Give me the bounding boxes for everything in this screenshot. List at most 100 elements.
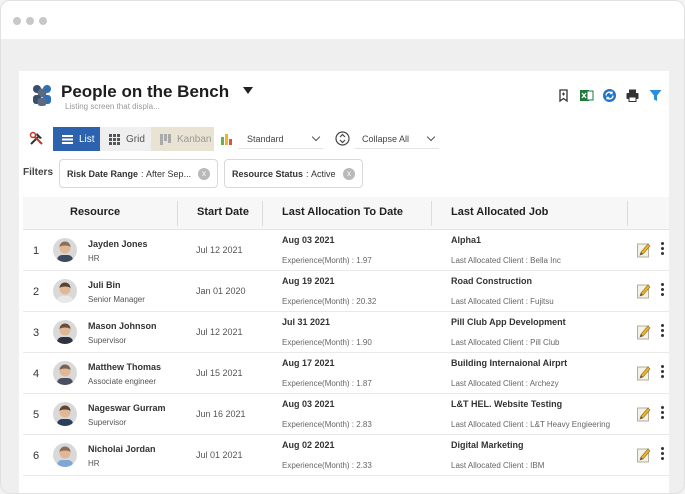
start-date: Jul 15 2021 xyxy=(196,368,243,378)
column-divider xyxy=(177,201,178,226)
resource-role: Senior Manager xyxy=(88,295,145,304)
filter-chip-value: After Sep... xyxy=(146,168,192,179)
start-date: Jan 01 2020 xyxy=(196,286,246,296)
kanban-view-button[interactable]: Kanban xyxy=(151,127,214,151)
start-date: Jul 12 2021 xyxy=(196,327,243,337)
page-title: People on the Bench xyxy=(61,82,230,101)
column-divider xyxy=(431,201,432,226)
allocated-job: Road Construction xyxy=(451,276,532,286)
row-number: 1 xyxy=(33,245,40,257)
resource-name[interactable]: Juli Bin xyxy=(88,280,121,290)
edit-icon[interactable] xyxy=(637,242,651,258)
filter-chip-name: Risk Date Range xyxy=(67,168,139,179)
table-row[interactable]: 4 Matthew Thomas Associate engineer Jul … xyxy=(23,353,669,394)
filter-chip-name: Resource Status xyxy=(232,168,304,179)
column-header-last-allocation[interactable]: Last Allocation To Date xyxy=(282,206,403,218)
column-divider xyxy=(262,201,263,226)
allocation-date: Aug 03 2021 xyxy=(282,399,335,409)
window-dot xyxy=(39,17,47,25)
experience-months: Experience(Month) : 2.83 xyxy=(282,420,372,429)
allocation-date: Jul 31 2021 xyxy=(282,317,331,327)
table-row[interactable]: 5 Nageswar Gurram Supervisor Jun 16 2021… xyxy=(23,394,669,435)
layout-select[interactable]: Standard xyxy=(238,129,323,149)
edit-icon[interactable] xyxy=(637,447,651,463)
column-header-resource[interactable]: Resource xyxy=(70,206,120,218)
start-date: Jun 16 2021 xyxy=(196,409,246,419)
people-icon xyxy=(33,85,51,106)
allocation-date: Aug 17 2021 xyxy=(282,358,335,368)
more-options-icon[interactable] xyxy=(660,283,665,299)
collapse-select[interactable]: Collapse All xyxy=(355,129,439,149)
allocated-job: L&T HEL. Website Testing xyxy=(451,399,563,409)
main-panel: People on the Bench Listing screen that … xyxy=(19,71,669,493)
experience-months: Experience(Month) : 20.32 xyxy=(282,297,377,306)
excel-icon[interactable] xyxy=(579,88,594,103)
allocated-client: Last Allocated Client : Bella Inc xyxy=(451,256,561,265)
print-icon[interactable] xyxy=(625,88,640,103)
table-header: Resource Start Date Last Allocation To D… xyxy=(23,197,669,230)
experience-months: Experience(Month) : 1.87 xyxy=(282,379,372,388)
resource-name[interactable]: Nageswar Gurram xyxy=(88,403,166,413)
edit-icon[interactable] xyxy=(637,406,651,422)
resource-name[interactable]: Mason Johnson xyxy=(88,321,157,331)
collapse-select-value: Collapse All xyxy=(362,133,410,144)
resource-name[interactable]: Jayden Jones xyxy=(88,239,148,249)
avatar xyxy=(53,238,77,262)
filter-chip-risk-date[interactable]: Risk Date Range: After Sep... x xyxy=(59,159,218,188)
resource-name[interactable]: Matthew Thomas xyxy=(88,362,161,372)
experience-months: Experience(Month) : 2.33 xyxy=(282,461,372,470)
column-divider xyxy=(627,201,628,226)
column-header-last-job[interactable]: Last Allocated Job xyxy=(451,206,548,218)
resource-role: Supervisor xyxy=(88,418,127,427)
filter-chip-value: Active xyxy=(311,168,336,179)
table-row[interactable]: 2 Juli Bin Senior Manager Jan 01 2020 Au… xyxy=(23,271,669,312)
list-view-label: List xyxy=(79,133,95,145)
tools-icon[interactable] xyxy=(29,131,44,146)
close-icon[interactable]: x xyxy=(198,168,210,180)
grid-view-button[interactable]: Grid xyxy=(100,127,151,151)
resource-role: HR xyxy=(88,254,100,263)
edit-icon[interactable] xyxy=(637,283,651,299)
title-dropdown-icon[interactable] xyxy=(243,87,253,94)
allocated-job: Pill Club App Development xyxy=(451,317,566,327)
window-titlebar xyxy=(1,1,684,39)
filter-chip-resource-status[interactable]: Resource Status: Active x xyxy=(224,159,363,188)
list-view-button[interactable]: List xyxy=(53,127,100,151)
more-options-icon[interactable] xyxy=(660,406,665,422)
table-row[interactable]: 1 Jayden Jones HR Jul 12 2021 Aug 03 202… xyxy=(23,230,669,271)
edit-icon[interactable] xyxy=(637,365,651,381)
allocated-client: Last Allocated Client : L&T Heavy Engiee… xyxy=(451,420,611,429)
resource-name[interactable]: Nicholai Jordan xyxy=(88,444,156,454)
chevron-down-icon xyxy=(311,132,321,142)
allocated-client: Last Allocated Client : Pill Club xyxy=(451,338,560,347)
allocated-job: Digital Marketing xyxy=(451,440,524,450)
allocated-job: Building Internaional Airprt xyxy=(451,358,568,368)
table-row[interactable]: 6 Nicholai Jordan HR Jul 01 2021 Aug 02 … xyxy=(23,435,669,476)
column-header-start-date[interactable]: Start Date xyxy=(197,206,249,218)
table-body: 1 Jayden Jones HR Jul 12 2021 Aug 03 202… xyxy=(23,230,669,476)
row-number: 5 xyxy=(33,409,40,421)
list-icon xyxy=(62,134,73,144)
filter-icon[interactable] xyxy=(648,88,663,103)
avatar xyxy=(53,443,77,467)
bar-chart-icon xyxy=(221,134,232,145)
table-row[interactable]: 3 Mason Johnson Supervisor Jul 12 2021 J… xyxy=(23,312,669,353)
more-options-icon[interactable] xyxy=(660,365,665,381)
bookmark-icon[interactable] xyxy=(556,88,571,103)
kanban-view-label: Kanban xyxy=(177,133,212,145)
experience-months: Experience(Month) : 1.97 xyxy=(282,256,372,265)
kanban-icon xyxy=(160,133,171,145)
row-number: 2 xyxy=(33,286,40,298)
edit-icon[interactable] xyxy=(637,324,651,340)
allocated-client: Last Allocated Client : IBM xyxy=(451,461,545,470)
window-dot xyxy=(13,17,21,25)
avatar xyxy=(53,402,77,426)
sync-icon[interactable] xyxy=(602,88,617,103)
start-date: Jul 01 2021 xyxy=(196,450,243,460)
more-options-icon[interactable] xyxy=(660,324,665,340)
view-toolbar: List Grid Kanban Standard Collapse All xyxy=(19,127,669,151)
start-date: Jul 12 2021 xyxy=(196,245,243,255)
close-icon[interactable]: x xyxy=(343,168,355,180)
more-options-icon[interactable] xyxy=(660,242,665,258)
more-options-icon[interactable] xyxy=(660,447,665,463)
